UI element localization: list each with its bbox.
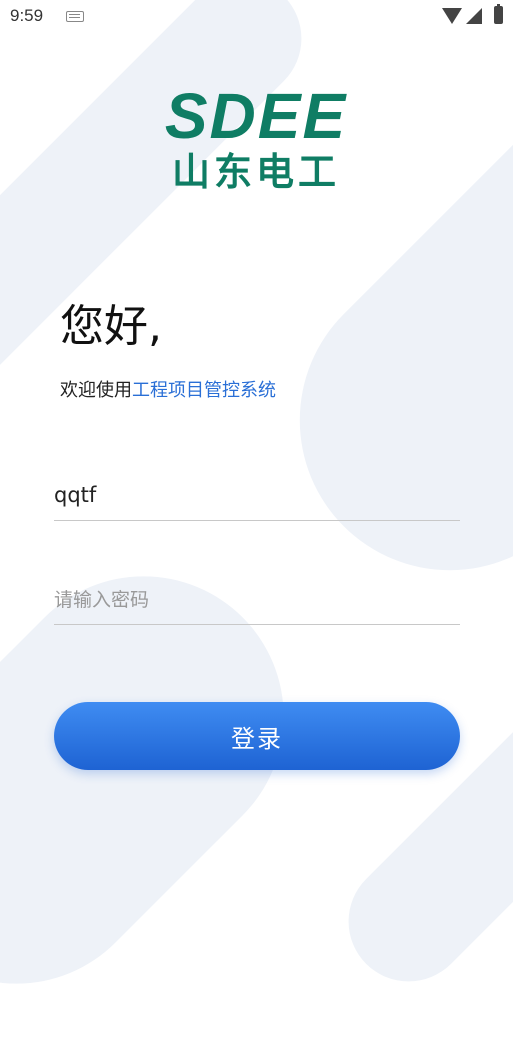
username-field[interactable]	[54, 470, 460, 521]
welcome-prefix: 欢迎使用	[60, 380, 132, 401]
system-name: 工程项目管控系统	[132, 380, 276, 401]
password-input[interactable]	[54, 574, 460, 624]
status-time: 9:59	[10, 6, 44, 25]
username-input[interactable]	[54, 470, 460, 520]
company-logo: SDEE 山东电工	[150, 80, 362, 196]
greeting-title: 您好,	[60, 301, 162, 352]
background-shape	[0, 0, 327, 407]
login-button[interactable]: 登录	[54, 702, 460, 770]
keyboard-icon	[66, 11, 84, 22]
wifi-icon	[442, 8, 462, 24]
password-field[interactable]	[54, 574, 460, 625]
battery-icon	[494, 4, 503, 24]
status-bar: 9:59	[0, 0, 513, 34]
signal-icon	[466, 8, 482, 24]
logo-english: SDEE	[164, 80, 348, 152]
welcome-text: 欢迎使用工程项目管控系统	[60, 376, 276, 402]
logo-chinese: 山东电工	[171, 150, 340, 194]
